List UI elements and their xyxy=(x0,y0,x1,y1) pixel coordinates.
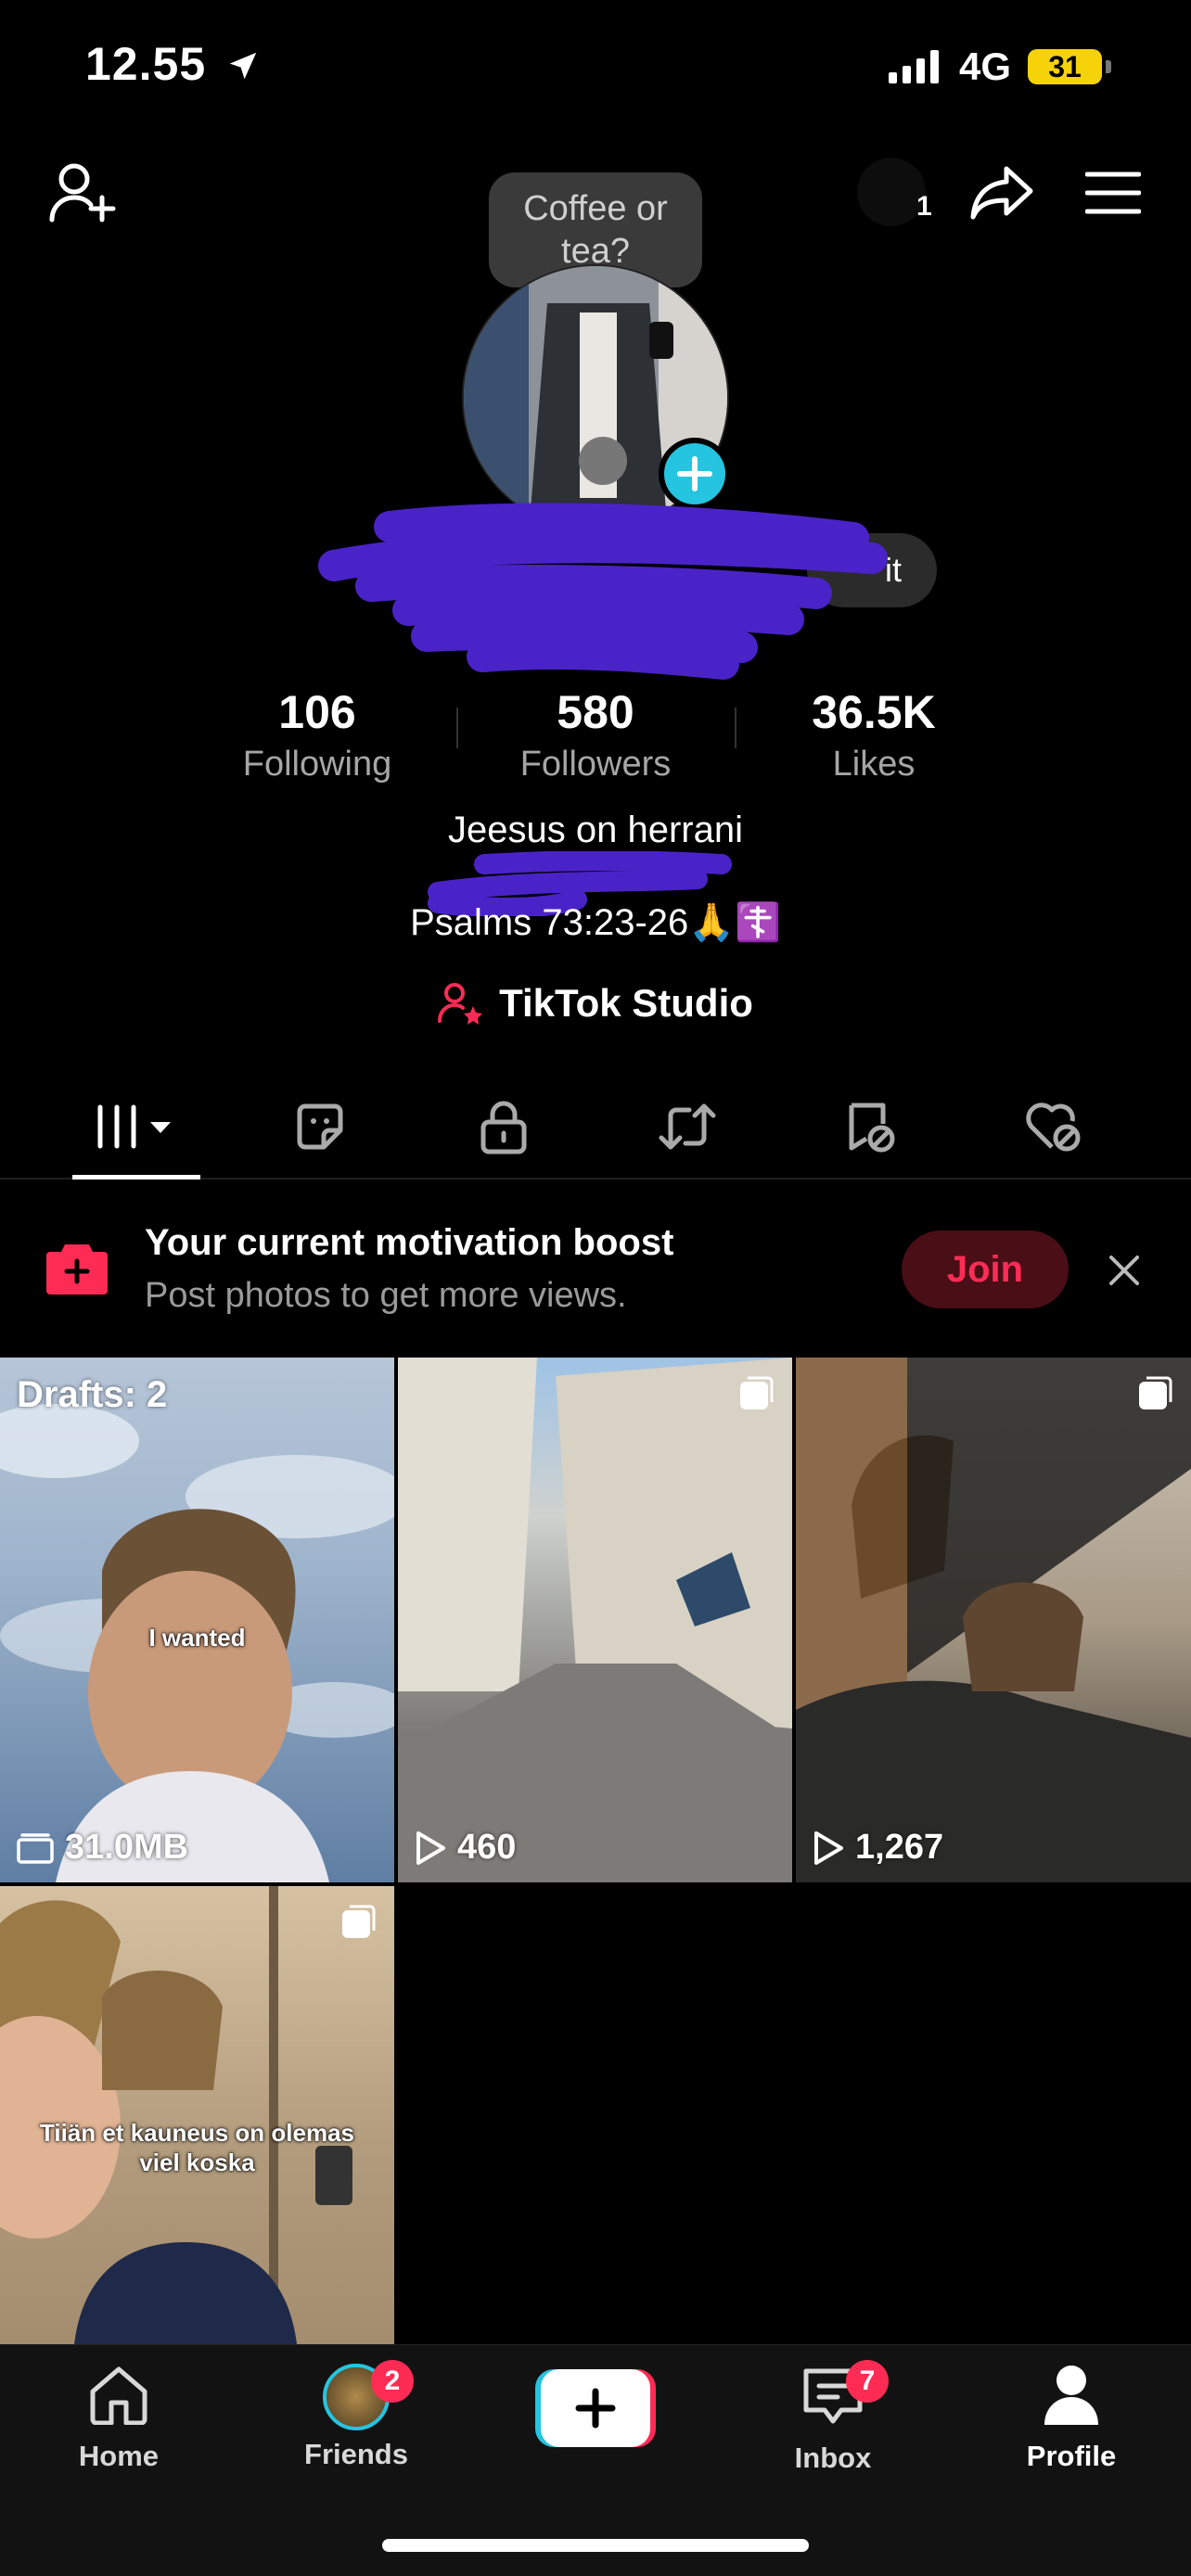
stat-value: 106 xyxy=(278,686,356,738)
drafts-thumbnail xyxy=(0,1404,394,1882)
hamburger-menu-icon xyxy=(1085,172,1141,214)
repost-icon xyxy=(659,1103,716,1150)
nav-profile[interactable]: Profile xyxy=(979,2364,1164,2473)
status-indicators: 4G 31 xyxy=(888,45,1111,89)
add-user-icon xyxy=(49,163,116,223)
view-count-label: 1,267 xyxy=(855,1828,944,1867)
profile-icon xyxy=(1044,2366,1098,2425)
grid-item-drafts[interactable]: Drafts: 2 I wanted 31.0MB xyxy=(0,1358,394,1882)
notification-count: 1 xyxy=(916,191,932,222)
plus-icon xyxy=(677,456,712,491)
tab-reposts[interactable] xyxy=(596,1076,779,1178)
heart-hidden-icon xyxy=(1026,1103,1081,1152)
tab-liked[interactable] xyxy=(963,1076,1146,1178)
grid-item-video-3[interactable]: Tiiän et kauneus on olemas viel koska xyxy=(0,1886,394,2344)
nav-inbox[interactable]: 7 Inbox xyxy=(740,2360,926,2475)
folder-icon xyxy=(17,1832,54,1864)
add-friend-button[interactable] xyxy=(41,156,124,230)
view-count-label: 460 xyxy=(457,1828,517,1867)
tab-stickers[interactable] xyxy=(228,1076,412,1178)
tab-videos[interactable] xyxy=(45,1076,228,1180)
home-indicator[interactable] xyxy=(382,2539,809,2552)
view-count: 1,267 xyxy=(813,1828,943,1868)
battery-cap xyxy=(1106,60,1111,73)
nav-home-label: Home xyxy=(78,2440,160,2472)
create-post-icon xyxy=(46,1244,108,1294)
tiktok-studio-link[interactable]: TikTok Studio xyxy=(0,981,1191,1026)
share-icon xyxy=(970,166,1033,220)
stat-label: Followers xyxy=(519,745,672,784)
battery-indicator: 31 xyxy=(1028,49,1102,84)
mirror-thumbnail xyxy=(796,1358,1191,1882)
banner-subtitle: Post photos to get more views. xyxy=(145,1276,627,1315)
add-story-button[interactable] xyxy=(659,438,731,510)
tab-private[interactable] xyxy=(412,1076,596,1178)
bookmark-hidden-icon xyxy=(849,1103,895,1153)
status-time: 12.55 xyxy=(85,37,261,91)
multi-photo-icon xyxy=(740,1376,774,1409)
menu-button[interactable] xyxy=(1080,163,1146,223)
share-profile-button[interactable] xyxy=(963,158,1041,228)
multi-photo-icon xyxy=(342,1905,376,1938)
create-button[interactable] xyxy=(535,2369,656,2447)
multi-photo-icon xyxy=(1139,1376,1172,1409)
draft-size: 31.0MB xyxy=(17,1828,188,1868)
grid-item-video-1[interactable]: 460 xyxy=(398,1358,792,1882)
nav-profile-label: Profile xyxy=(1026,2440,1117,2472)
nav-inbox-label: Inbox xyxy=(794,2442,872,2474)
play-icon xyxy=(814,1830,843,1865)
stat-label: Likes xyxy=(832,745,916,784)
stat-label: Following xyxy=(242,745,392,784)
tile-caption: Tiiän et kauneus on olemas viel koska xyxy=(39,2119,355,2176)
nav-friends[interactable]: 2 Friends xyxy=(263,2360,449,2471)
network-type: 4G xyxy=(958,45,1011,88)
inbox-badge: 7 xyxy=(846,2360,889,2403)
nav-home[interactable]: Home xyxy=(26,2364,211,2473)
stat-followers[interactable]: 580 Followers xyxy=(456,682,735,785)
stat-value: 580 xyxy=(557,686,634,738)
profile-stats: 106 Following 580 Followers 36.5K Likes xyxy=(0,682,1191,785)
close-icon[interactable] xyxy=(1098,1244,1150,1296)
tab-favorites[interactable] xyxy=(779,1076,963,1178)
studio-icon xyxy=(438,983,483,1025)
grid-item-video-2[interactable]: 1,267 xyxy=(796,1358,1191,1882)
drafts-count: Drafts: 2 xyxy=(17,1374,168,1415)
location-arrow-icon xyxy=(229,52,257,80)
nav-friends-label: Friends xyxy=(304,2438,408,2470)
stat-value: 36.5K xyxy=(812,686,936,738)
motivation-banner: Your current motivation boost Post photo… xyxy=(0,1180,1191,1358)
join-button[interactable]: Join xyxy=(902,1231,1069,1308)
redaction-scribble xyxy=(318,503,888,680)
street-thumbnail xyxy=(398,1358,792,1882)
play-icon xyxy=(416,1830,445,1865)
content-tabs xyxy=(0,1076,1191,1180)
bio-line-1: Jeesus on herrani xyxy=(448,810,743,850)
studio-label: TikTok Studio xyxy=(499,981,753,1025)
bio-line-3: Psalms 73:23-26🙏☦️ xyxy=(410,902,781,943)
tile-caption: I wanted xyxy=(148,1624,246,1651)
friends-badge: 2 xyxy=(371,2360,414,2403)
draft-size-label: 31.0MB xyxy=(65,1828,189,1867)
stat-likes[interactable]: 36.5K Likes xyxy=(735,682,1013,785)
banner-title: Your current motivation boost xyxy=(145,1222,674,1263)
selfie-thumbnail xyxy=(0,1886,352,2344)
view-count: 460 xyxy=(415,1828,516,1868)
home-icon xyxy=(90,2366,147,2426)
lock-icon xyxy=(480,1101,527,1154)
signal-icon xyxy=(888,50,939,83)
stat-following[interactable]: 106 Following xyxy=(178,682,456,785)
notification-avatar[interactable] xyxy=(857,158,926,226)
videos-grid-icon xyxy=(97,1104,171,1149)
sticker-icon xyxy=(297,1103,343,1150)
